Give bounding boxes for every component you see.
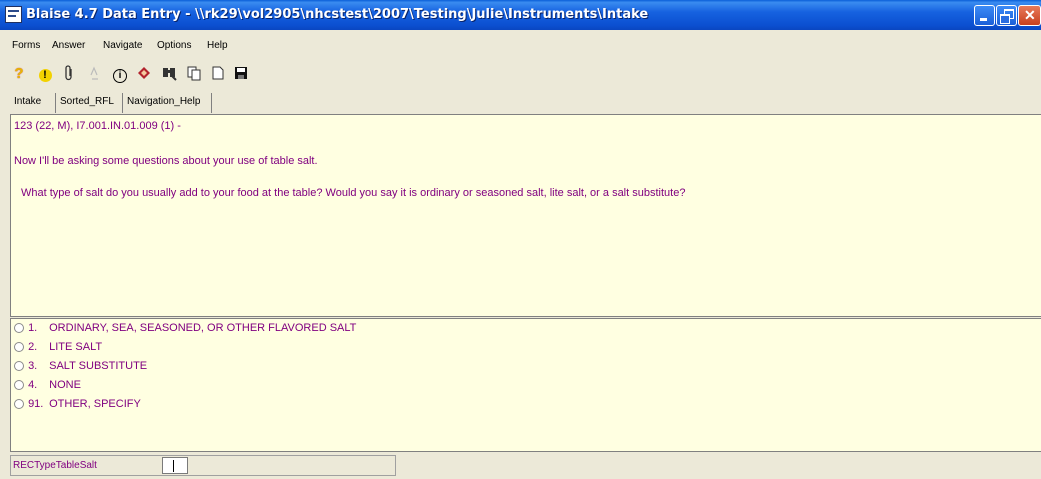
tab-sorted-rfl[interactable]: Sorted_RFL [56, 93, 123, 113]
tab-intake[interactable]: Intake [10, 93, 56, 113]
question-panel: 123 (22, M), I7.001.IN.01.009 (1) - Now … [10, 114, 1041, 317]
answer-option-4[interactable]: 4. NONE [14, 379, 81, 393]
find-icon[interactable] [160, 65, 178, 83]
radio-button[interactable] [14, 399, 24, 410]
option-label: SALT SUBSTITUTE [49, 360, 148, 372]
close-button[interactable]: ✕ [1018, 5, 1041, 26]
alert-glyph: ! [38, 69, 52, 82]
watch-icon[interactable] [135, 65, 153, 83]
title-bar: Blaise 4.7 Data Entry - \\rk29\vol2905\n… [0, 0, 1041, 30]
menu-forms[interactable]: Forms [12, 40, 40, 51]
answer-option-1[interactable]: 1. ORDINARY, SEA, SEASONED, OR OTHER FLA… [14, 322, 356, 336]
info-icon[interactable]: i [111, 65, 129, 83]
radio-button[interactable] [14, 323, 24, 334]
menu-navigate[interactable]: Navigate [103, 40, 142, 51]
answer-input[interactable] [162, 457, 188, 474]
option-code: 1. [28, 322, 38, 334]
radio-button[interactable] [14, 380, 24, 391]
option-label: ORDINARY, SEA, SEASONED, OR OTHER FLAVOR… [49, 322, 357, 334]
restore-button[interactable] [996, 5, 1017, 26]
menu-options[interactable]: Options [157, 40, 191, 51]
field-status-bar: RECTypeTableSalt [10, 455, 396, 476]
option-code: 2. [28, 341, 38, 353]
radio-button[interactable] [14, 342, 24, 353]
question-header: 123 (22, M), I7.001.IN.01.009 (1) - [14, 120, 181, 132]
info-glyph: i [113, 69, 127, 83]
menu-bar: Forms Answer Navigate Options Help [0, 38, 1041, 56]
option-code: 4. [28, 379, 38, 391]
answer-option-3[interactable]: 3. SALT SUBSTITUTE [14, 360, 147, 374]
remark-icon[interactable] [86, 65, 104, 83]
answer-panel: 1. ORDINARY, SEA, SEASONED, OR OTHER FLA… [10, 318, 1041, 452]
text-cursor [173, 460, 174, 472]
radio-button[interactable] [14, 361, 24, 372]
help-icon[interactable]: ? [10, 65, 28, 83]
copy-icon[interactable] [185, 65, 203, 83]
answer-option-2[interactable]: 2. LITE SALT [14, 341, 102, 355]
question-intro: Now I'll be asking some questions about … [14, 155, 318, 167]
save-icon[interactable] [232, 65, 250, 83]
menu-help[interactable]: Help [207, 40, 228, 51]
question-text: What type of salt do you usually add to … [21, 187, 686, 199]
menu-answer[interactable]: Answer [52, 40, 85, 51]
close-icon: ✕ [1024, 7, 1036, 23]
option-code: 3. [28, 360, 38, 372]
app-icon[interactable] [5, 6, 22, 23]
field-name-label: RECTypeTableSalt [13, 460, 97, 471]
window-title: Blaise 4.7 Data Entry - \\rk29\vol2905\n… [26, 7, 649, 22]
minimize-button[interactable] [974, 5, 995, 26]
option-label: LITE SALT [49, 341, 103, 353]
option-label: OTHER, SPECIFY [49, 398, 141, 410]
paperclip-icon[interactable] [60, 65, 78, 83]
toolbar: ? ! i [0, 63, 1041, 87]
new-form-icon[interactable] [209, 65, 227, 83]
option-code: 91. [28, 398, 44, 410]
answer-option-91[interactable]: 91. OTHER, SPECIFY [14, 398, 141, 412]
option-label: NONE [49, 379, 81, 391]
tab-navigation-help[interactable]: Navigation_Help [123, 93, 212, 113]
info-alert-icon[interactable]: ! [36, 65, 54, 83]
